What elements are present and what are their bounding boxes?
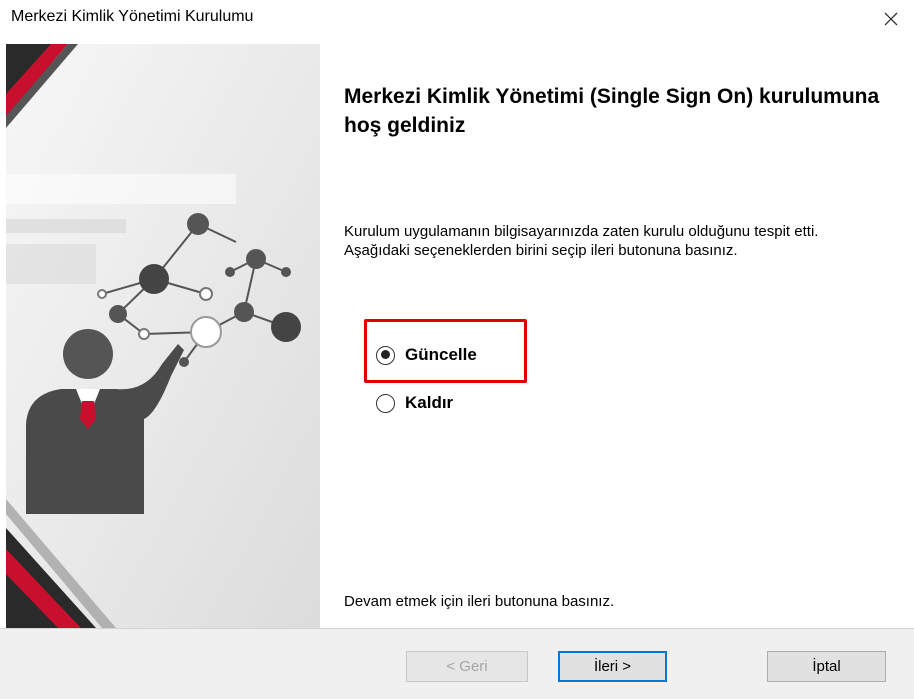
window-title: Merkezi Kimlik Yönetimi Kurulumu (11, 8, 254, 25)
side-illustration (6, 44, 320, 628)
title-bar: Merkezi Kimlik Yönetimi Kurulumu (0, 0, 914, 38)
close-button[interactable] (868, 0, 914, 38)
radio-unselected-icon[interactable] (376, 393, 395, 413)
continue-instruction: Devam etmek için ileri butonuna basınız. (344, 593, 615, 610)
network-presenter-illustration (6, 44, 320, 628)
description-text: Kurulum uygulamanın bilgisayarınızda zat… (344, 223, 819, 259)
cancel-button[interactable]: İptal (767, 651, 886, 682)
update-option[interactable]: Güncelle (376, 345, 477, 365)
update-option-label: Güncelle (405, 345, 477, 364)
close-icon (884, 12, 898, 26)
radio-dot (380, 350, 390, 359)
back-button[interactable]: < Geri (406, 651, 528, 682)
uninstall-option-label: Kaldır (405, 393, 454, 412)
welcome-heading: Merkezi Kimlik Yönetimi (Single Sign On)… (344, 85, 880, 137)
uninstall-option[interactable]: Kaldır (376, 393, 453, 413)
next-button[interactable]: İleri > (558, 651, 667, 682)
radio-selected-icon[interactable] (376, 345, 395, 365)
button-bar: < Geri İleri > İptal (0, 629, 914, 699)
main-content: Merkezi Kimlik Yönetimi (Single Sign On)… (320, 44, 914, 628)
